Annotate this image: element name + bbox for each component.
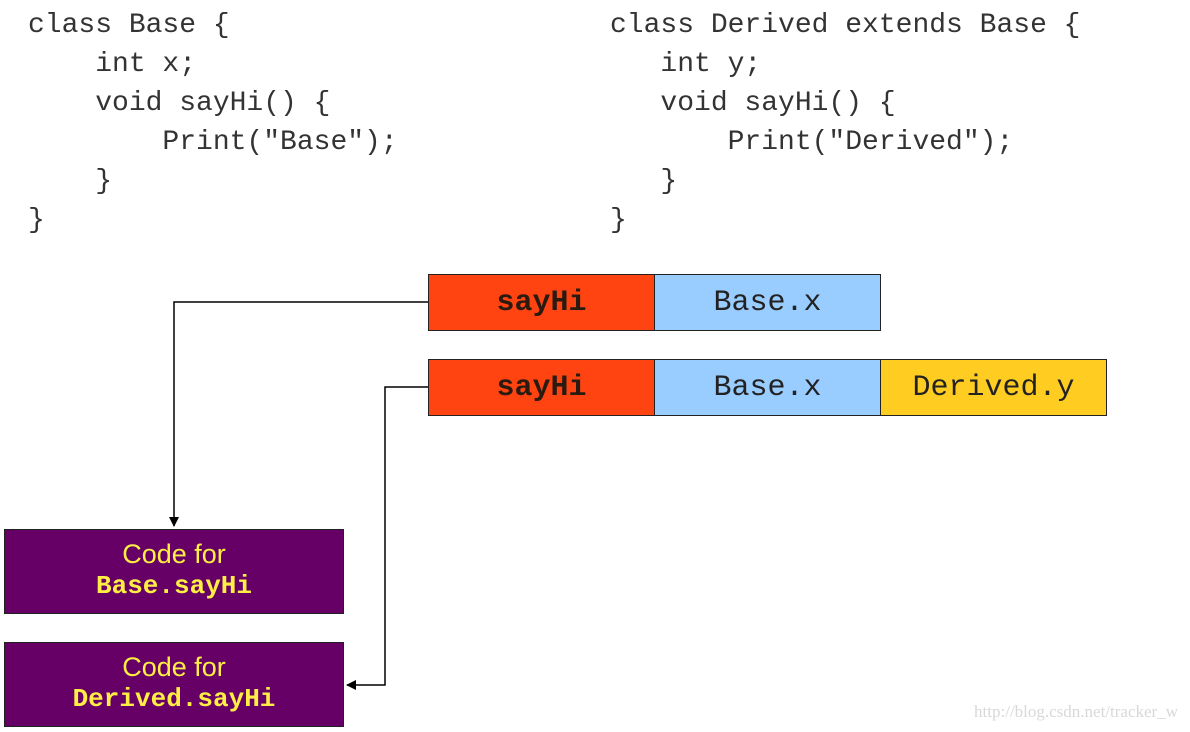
code-box-function: Base.sayHi [95, 571, 253, 601]
base-x-field: Base.x [654, 274, 881, 331]
derived-y-field: Derived.y [880, 359, 1107, 416]
derived-sayhi-slot: sayHi [428, 359, 655, 416]
derived-object-layout: sayHi Base.x Derived.y [428, 359, 1107, 416]
code-box-caption: Code for [122, 539, 226, 569]
arrow-derived-sayhi [346, 386, 428, 690]
derived-sayhi-code-box: Code for Derived.sayHi [4, 642, 344, 727]
arrow-base-sayhi [169, 301, 428, 527]
base-object-layout: sayHi Base.x [428, 274, 881, 331]
base-sayhi-slot: sayHi [428, 274, 655, 331]
code-box-function: Derived.sayHi [72, 684, 276, 714]
base-sayhi-code-box: Code for Base.sayHi [4, 529, 344, 614]
derived-base-x-field: Base.x [654, 359, 881, 416]
watermark: http://blog.csdn.net/tracker_w [974, 702, 1178, 721]
code-box-caption: Code for [122, 652, 226, 682]
